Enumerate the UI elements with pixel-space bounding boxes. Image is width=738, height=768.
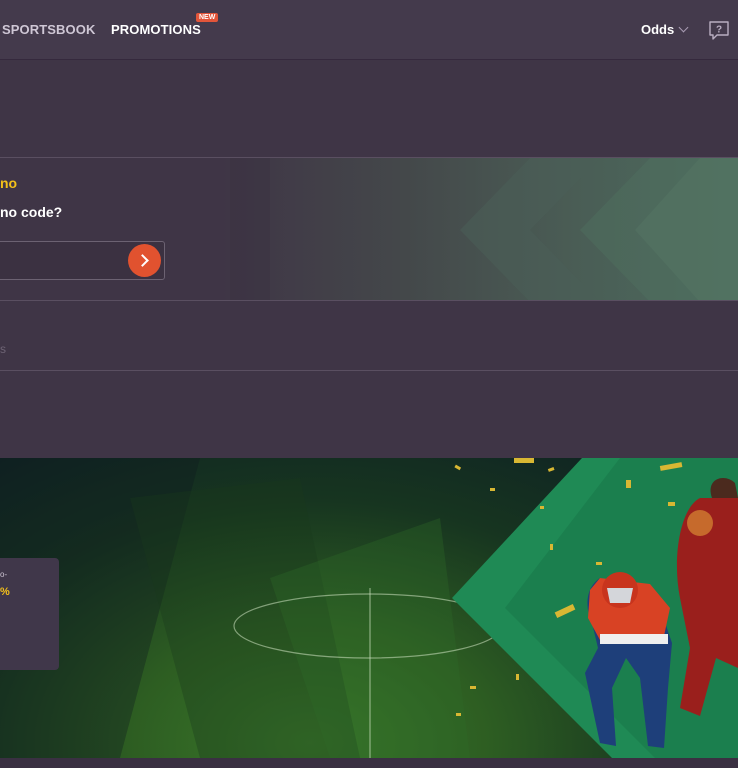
help-bubble-icon[interactable]: ? <box>708 20 730 42</box>
section-faint-text: s <box>0 342 6 356</box>
svg-text:?: ? <box>716 25 722 36</box>
hero-banner[interactable]: o- % <box>0 458 738 758</box>
promo-submit-button[interactable] <box>128 244 161 277</box>
promo-title: no <box>0 175 18 191</box>
new-badge: NEW <box>196 13 219 22</box>
nav-promotions-link[interactable]: PROMOTIONS <box>111 22 201 37</box>
card-line-1: o- <box>0 570 8 579</box>
chevron-down-icon <box>678 22 689 33</box>
card-line-2: % <box>0 586 10 598</box>
nav-sportsbook-link[interactable]: SPORTSBOOK <box>2 22 95 37</box>
top-navigation: SPORTSBOOK PROMOTIONS NEW Odds ? <box>0 0 738 60</box>
odds-dropdown[interactable]: Odds <box>641 22 689 37</box>
promo-info-card[interactable]: o- % <box>0 558 59 670</box>
promo-code-section: no no code? <box>0 157 738 301</box>
bottom-bar <box>0 758 738 768</box>
odds-label: Odds <box>641 22 675 37</box>
promo-question: no code? <box>0 204 63 220</box>
divider <box>0 370 738 371</box>
hero-artwork <box>0 458 738 758</box>
chevron-right-icon <box>136 254 149 267</box>
